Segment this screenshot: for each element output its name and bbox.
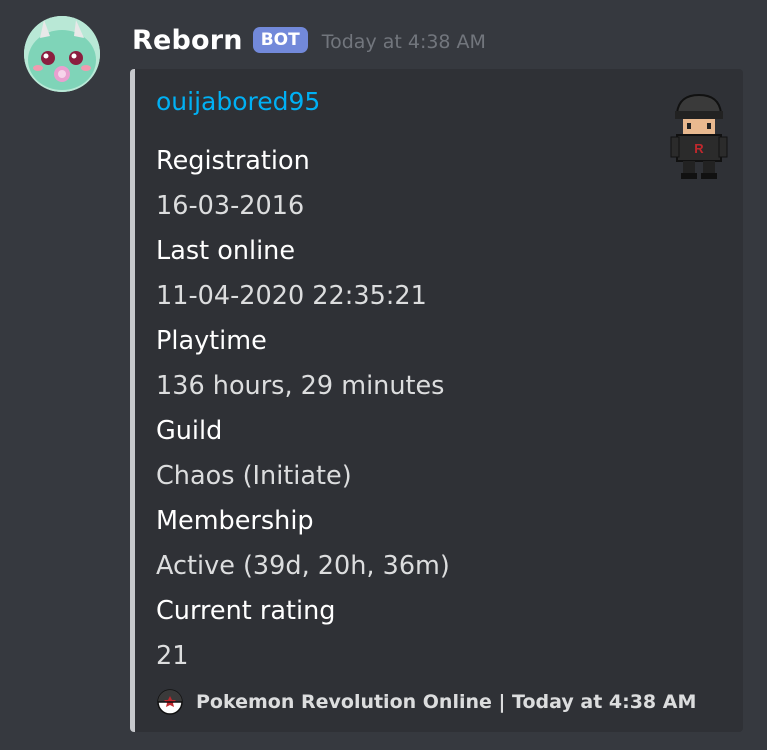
embed-field: Playtime 136 hours, 29 minutes (156, 319, 656, 409)
field-value: 21 (156, 641, 189, 671)
embed-author-link[interactable]: ouijabored95 (156, 87, 320, 116)
trainer-sprite-icon[interactable]: R (669, 91, 729, 181)
pokeball-logo-icon (156, 688, 184, 716)
bot-badge: BOT (252, 27, 308, 53)
embed-fields: Registration 16-03-2016 Last online 11-0… (156, 139, 656, 679)
footer-text: Pokemon Revolution Online | Today at 4:3… (196, 691, 697, 713)
embed-field: Last online 11-04-2020 22:35:21 (156, 229, 656, 319)
field-name: Registration (156, 146, 310, 176)
field-value: 136 hours, 29 minutes (156, 371, 445, 401)
embed-field: Current rating 21 (156, 589, 656, 679)
message-header: Reborn BOT Today at 4:38 AM (132, 20, 486, 60)
field-value: 16-03-2016 (156, 191, 305, 221)
embed-field: Guild Chaos (Initiate) (156, 409, 656, 499)
field-name: Guild (156, 416, 223, 446)
field-value: Active (39d, 20h, 36m) (156, 551, 450, 581)
svg-text:R: R (694, 141, 704, 156)
embed-card: ouijabored95 R Registration 16-03-2016 L… (130, 69, 743, 732)
author-name[interactable]: Reborn (132, 25, 243, 56)
field-value: 11-04-2020 22:35:21 (156, 281, 427, 311)
bot-avatar-icon[interactable] (24, 16, 100, 92)
field-name: Membership (156, 506, 314, 536)
field-name: Last online (156, 236, 296, 266)
embed-field: Registration 16-03-2016 (156, 139, 656, 229)
embed-footer: Pokemon Revolution Online | Today at 4:3… (156, 688, 696, 716)
field-name: Current rating (156, 596, 336, 626)
field-value: Chaos (Initiate) (156, 461, 352, 491)
embed-field: Membership Active (39d, 20h, 36m) (156, 499, 656, 589)
message-timestamp: Today at 4:38 AM (321, 31, 486, 53)
field-name: Playtime (156, 326, 267, 356)
